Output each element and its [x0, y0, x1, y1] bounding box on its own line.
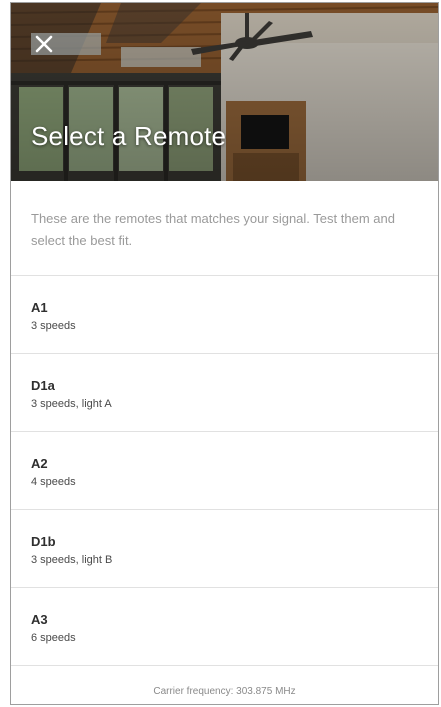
- close-icon: [35, 35, 53, 53]
- remote-name: D1b: [31, 534, 56, 549]
- remote-item-d1b[interactable]: D1b 3 speeds, light B: [11, 510, 438, 588]
- app-screen: Select a Remote These are the remotes th…: [10, 2, 439, 705]
- remote-description: 3 speeds, light B: [31, 554, 113, 566]
- remote-item-a1[interactable]: A1 3 speeds: [11, 276, 438, 354]
- header-photo: Select a Remote: [11, 3, 438, 181]
- remote-name: A3: [31, 612, 48, 627]
- instructions-text: These are the remotes that matches your …: [31, 211, 395, 248]
- living-room-photo: [11, 3, 438, 181]
- carrier-frequency-text: Carrier frequency: 303.875 MHz: [153, 686, 296, 697]
- remote-name: D1a: [31, 378, 55, 393]
- remote-description: 4 speeds: [31, 476, 76, 488]
- close-button[interactable]: [31, 31, 57, 57]
- remote-item-d1a[interactable]: D1a 3 speeds, light A: [11, 354, 438, 432]
- remote-description: 3 speeds, light A: [31, 398, 112, 410]
- remote-item-a2[interactable]: A2 4 speeds: [11, 432, 438, 510]
- page-title: Select a Remote: [31, 121, 227, 151]
- remote-description: 6 speeds: [31, 632, 76, 644]
- remote-name: A1: [31, 300, 48, 315]
- remote-list: A1 3 speeds D1a 3 speeds, light A A2 4 s…: [11, 275, 438, 666]
- remote-item-a3[interactable]: A3 6 speeds: [11, 588, 438, 666]
- remote-description: 3 speeds: [31, 320, 76, 332]
- remote-name: A2: [31, 456, 48, 471]
